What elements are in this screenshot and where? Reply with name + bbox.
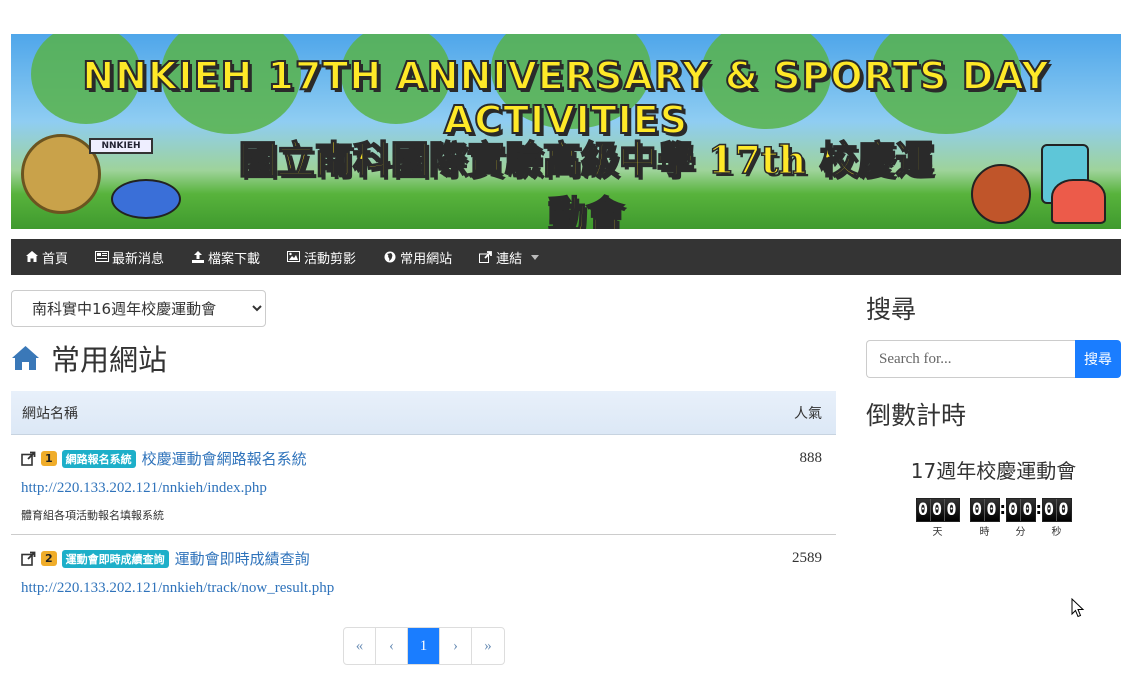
nav-item-label: 檔案下載 — [208, 251, 261, 267]
home-icon — [12, 346, 39, 370]
shoe-mascot-icon — [111, 179, 181, 219]
basketball-mascot-icon — [971, 164, 1031, 224]
banner: NNKIEH NNKIEH 17TH ANNIVERSARY & SPORTS … — [11, 34, 1121, 229]
hours-digits: 00 — [969, 498, 1000, 522]
nav-item-websites[interactable]: 常用網站 — [383, 248, 452, 267]
chevron-down-icon — [531, 254, 540, 260]
col-header-name: 網站名稱 — [22, 405, 78, 422]
countdown-digit: 0 — [944, 499, 959, 521]
event-select[interactable]: 南科實中16週年校慶運動會 — [11, 290, 266, 327]
countdown-digit: 0 — [930, 499, 945, 521]
countdown-digit: 0 — [984, 499, 999, 521]
countdown-digit: 0 — [1006, 499, 1021, 521]
site-description: 體育組各項活動報名填報系統 — [21, 509, 164, 522]
seconds-label: 秒 — [1051, 527, 1062, 538]
search-button[interactable]: 搜尋 — [1075, 340, 1121, 378]
page-last-button[interactable]: » — [472, 628, 504, 664]
nav-item-gallery[interactable]: 活動剪影 — [287, 248, 356, 267]
category-badge[interactable]: 運動會即時成績查詢 — [61, 549, 169, 568]
image-icon — [287, 251, 301, 263]
days-label: 天 — [932, 527, 943, 538]
banner-title-zh: 國立南科國際實驗高級中學 17th 校慶運動會 — [238, 136, 934, 229]
sidebar: 搜尋 搜尋 倒數計時 17週年校慶運動會 000 天 00 時 : 00 分 :… — [866, 290, 1121, 538]
table-row: 2 運動會即時成績查詢 運動會即時成績查詢 2589 http://220.13… — [11, 535, 836, 607]
rank-badge: 1 — [41, 451, 57, 466]
hours-label: 時 — [979, 527, 990, 538]
minutes-label: 分 — [1015, 527, 1026, 538]
countdown-digit: 0 — [916, 499, 931, 521]
rank-badge: 2 — [41, 551, 57, 566]
nav-item-label: 首頁 — [42, 251, 69, 267]
category-badge[interactable]: 網路報名系統 — [61, 449, 136, 468]
page-first-button[interactable]: « — [344, 628, 376, 664]
nav-item-label: 常用網站 — [400, 251, 453, 267]
countdown-digit: 0 — [1056, 499, 1071, 521]
main-content: 南科實中16週年校慶運動會 常用網站 網站名稱 人氣 1 網路報名系統 校慶運動… — [11, 290, 836, 607]
nav-item-home[interactable]: 首頁 — [25, 248, 68, 267]
page-prev-button[interactable]: ‹ — [376, 628, 408, 664]
table-header: 網站名稱 人氣 — [11, 391, 836, 435]
search-input[interactable] — [866, 340, 1075, 378]
page-heading: 常用網站 — [11, 340, 836, 377]
share-icon — [479, 251, 492, 263]
countdown-digit: 0 — [1042, 499, 1057, 521]
seconds-digits: 00 — [1041, 498, 1072, 522]
nav-item-label: 活動剪影 — [304, 251, 357, 267]
popularity-count: 888 — [799, 450, 823, 466]
table-row: 1 網路報名系統 校慶運動會網路報名系統 888 http://220.133.… — [11, 435, 836, 535]
pagination: « ‹ 1 › » — [343, 627, 505, 665]
site-name-link[interactable]: 運動會即時成績查詢 — [175, 548, 310, 569]
external-link-icon[interactable] — [21, 551, 36, 566]
countdown-digit: 0 — [1020, 499, 1035, 521]
col-header-count: 人氣 — [794, 405, 822, 422]
nav-item-label: 最新消息 — [112, 251, 165, 267]
page-title: 常用網站 — [51, 343, 168, 377]
nav-item-label: 連結 — [496, 251, 523, 267]
site-name-link[interactable]: 校慶運動會網路報名系統 — [142, 448, 307, 469]
countdown-heading: 倒數計時 — [866, 401, 967, 430]
countdown-digit: 0 — [970, 499, 985, 521]
home-icon — [25, 251, 38, 263]
page-current-button[interactable]: 1 — [408, 628, 440, 664]
nav-item-links[interactable]: 連結 — [479, 248, 540, 267]
page-next-button[interactable]: › — [440, 628, 472, 664]
countdown-event: 17週年校慶運動會 — [910, 459, 1077, 483]
upload-icon — [191, 251, 204, 263]
external-link-icon[interactable] — [21, 451, 36, 466]
minutes-digits: 00 — [1005, 498, 1036, 522]
site-url-link[interactable]: http://220.133.202.121/nnkieh/track/now_… — [21, 580, 334, 597]
search-group: 搜尋 — [866, 340, 1121, 378]
main-navbar: 首頁 最新消息 檔案下載 活動剪影 常用網站 連結 — [11, 239, 1121, 275]
mouse-cursor-icon — [1071, 598, 1085, 618]
countdown-clock: 000 天 00 時 : 00 分 : 00 秒 — [866, 498, 1121, 538]
newspaper-icon — [95, 251, 110, 263]
cone-mascot-icon — [1051, 179, 1106, 224]
days-digits: 000 — [915, 498, 960, 522]
globe-icon — [383, 251, 396, 263]
search-heading: 搜尋 — [866, 295, 917, 324]
nav-item-news[interactable]: 最新消息 — [95, 248, 164, 267]
popularity-count: 2589 — [792, 550, 822, 566]
nav-item-downloads[interactable]: 檔案下載 — [191, 248, 260, 267]
site-url-link[interactable]: http://220.133.202.121/nnkieh/index.php — [21, 480, 267, 497]
